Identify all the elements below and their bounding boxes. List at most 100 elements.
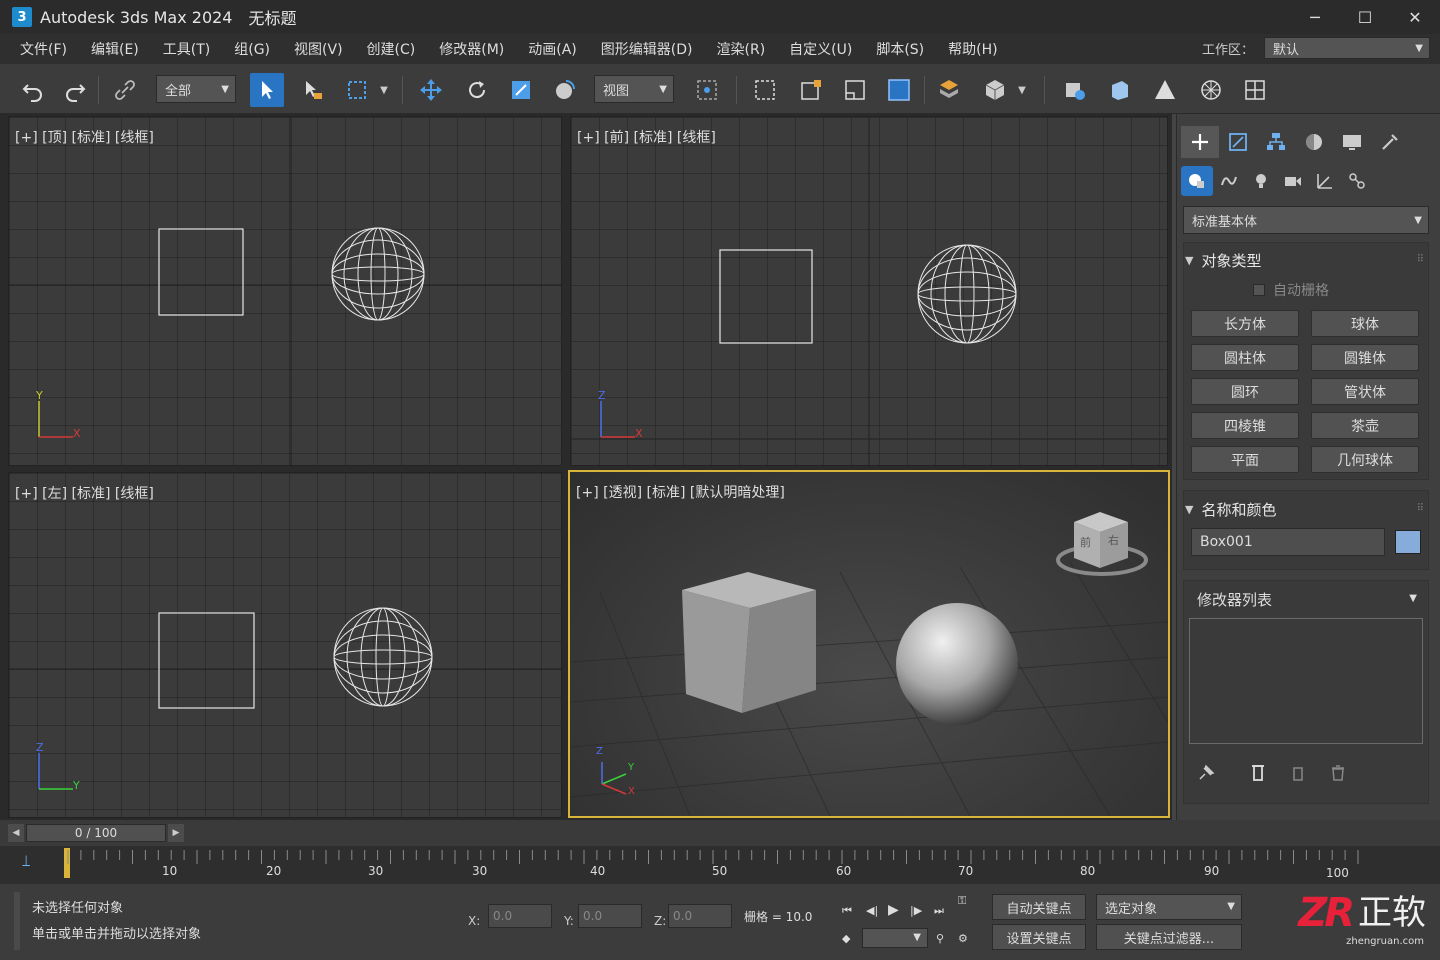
- rotate-icon[interactable]: [460, 73, 494, 107]
- name-color-header[interactable]: ▼ 名称和颜色: [1185, 499, 1276, 520]
- select-icon[interactable]: [250, 73, 284, 107]
- menu-modifiers[interactable]: 修改器(M): [427, 39, 516, 59]
- mirror-icon[interactable]: [838, 73, 872, 107]
- schematic-icon[interactable]: [1194, 73, 1228, 107]
- pin-stack-icon[interactable]: [1195, 762, 1217, 784]
- key-mode-icon[interactable]: ⚿: [958, 894, 966, 908]
- pivot-icon[interactable]: [690, 73, 724, 107]
- show-end-result-icon[interactable]: [1247, 762, 1269, 784]
- reference-coord-dropdown[interactable]: 视图 ▼: [594, 75, 674, 103]
- menu-graph-editors[interactable]: 图形编辑器(D): [589, 39, 705, 59]
- z-coord-input[interactable]: 0.0: [668, 904, 732, 928]
- material-editor-icon[interactable]: [1148, 73, 1182, 107]
- minimize-button[interactable]: ─: [1290, 0, 1340, 34]
- selection-filter-dropdown[interactable]: 全部 ▼: [156, 75, 236, 103]
- next-frame-icon[interactable]: ▶: [168, 824, 184, 842]
- viewcube-front-label[interactable]: 前: [1080, 534, 1091, 550]
- box-button[interactable]: 长方体: [1191, 310, 1299, 337]
- play-icon[interactable]: ▶: [888, 902, 899, 918]
- cylinder-button[interactable]: 圆柱体: [1191, 344, 1299, 371]
- menu-tools[interactable]: 工具(T): [151, 39, 222, 59]
- menu-create[interactable]: 创建(C): [355, 39, 428, 59]
- modify-tab-icon[interactable]: [1219, 126, 1257, 158]
- viewcube-right-label[interactable]: 右: [1108, 532, 1119, 548]
- pyramid-button[interactable]: 四棱锥: [1191, 412, 1299, 439]
- place-icon[interactable]: [548, 73, 582, 107]
- align-icon[interactable]: [882, 73, 916, 107]
- menu-file[interactable]: 文件(F): [8, 39, 79, 59]
- spacewarps-icon[interactable]: [1341, 166, 1373, 196]
- geometry-icon[interactable]: [1181, 166, 1213, 196]
- maximize-button[interactable]: ☐: [1340, 0, 1390, 34]
- select-by-name-icon[interactable]: [296, 73, 330, 107]
- prev-frame-icon[interactable]: ◀: [8, 824, 24, 842]
- viewport-layout-icon[interactable]: [1238, 73, 1272, 107]
- current-frame-field[interactable]: ▼: [862, 928, 928, 948]
- timeline-ruler[interactable]: ⟘ 10 20 30 30 40 50 60 70 80 90 100: [0, 846, 1440, 884]
- category-dropdown[interactable]: 标准基本体 ▼: [1183, 206, 1429, 234]
- layer-icon[interactable]: [932, 73, 966, 107]
- render-frame-icon[interactable]: [1058, 73, 1092, 107]
- lights-icon[interactable]: [1245, 166, 1277, 196]
- close-button[interactable]: ✕: [1390, 0, 1440, 34]
- viewport-left[interactable]: [+] [左] [标准] [线框] Z Y: [8, 472, 562, 818]
- viewport-front[interactable]: [+] [前] [标准] [线框] Z X: [570, 116, 1168, 466]
- teapot-button[interactable]: 茶壶: [1311, 412, 1419, 439]
- shapes-icon[interactable]: [1213, 166, 1245, 196]
- key-filters-button[interactable]: 关键点过滤器...: [1096, 924, 1242, 950]
- viewport-perspective[interactable]: [+] [透视] [标准] [默认明暗处理] 前 右 Z Y X: [568, 470, 1170, 818]
- remove-modifier-icon[interactable]: [1327, 762, 1349, 784]
- workspace-dropdown[interactable]: 默认 ▼: [1264, 37, 1430, 59]
- time-slider[interactable]: 0 / 100: [26, 824, 166, 842]
- menu-animation[interactable]: 动画(A): [516, 39, 589, 59]
- menu-help[interactable]: 帮助(H): [936, 39, 1009, 59]
- y-coord-input[interactable]: 0.0: [578, 904, 642, 928]
- auto-key-button[interactable]: 自动关键点: [992, 894, 1086, 920]
- menu-group[interactable]: 组(G): [222, 39, 282, 59]
- chevron-down-icon[interactable]: ▼: [1012, 73, 1032, 107]
- modifier-stack[interactable]: [1189, 618, 1423, 744]
- scale-icon[interactable]: [504, 73, 538, 107]
- object-color-swatch[interactable]: [1395, 530, 1421, 554]
- autogrid-checkbox[interactable]: 自动栅格: [1253, 280, 1329, 300]
- motion-tab-icon[interactable]: [1295, 126, 1333, 158]
- rect-selection-icon[interactable]: [340, 73, 374, 107]
- set-key-button[interactable]: 设置关键点: [992, 924, 1086, 950]
- redo-icon[interactable]: [58, 73, 92, 107]
- time-setup-icon[interactable]: ⚙: [958, 932, 968, 945]
- time-config-icon[interactable]: ◆: [842, 932, 850, 945]
- geosphere-button[interactable]: 几何球体: [1311, 446, 1419, 473]
- maxscript-listener-handle[interactable]: [14, 892, 20, 950]
- utilities-tab-icon[interactable]: [1371, 126, 1409, 158]
- menu-view[interactable]: 视图(V): [282, 39, 355, 59]
- menu-scripting[interactable]: 脚本(S): [864, 39, 936, 59]
- modifier-list-dropdown[interactable]: 修改器列表 ▼: [1189, 586, 1423, 612]
- plane-button[interactable]: 平面: [1191, 446, 1299, 473]
- snap-icon[interactable]: [748, 73, 782, 107]
- x-coord-input[interactable]: 0.0: [488, 904, 552, 928]
- tube-button[interactable]: 管状体: [1311, 378, 1419, 405]
- undo-icon[interactable]: [16, 73, 50, 107]
- cone-button[interactable]: 圆锥体: [1311, 344, 1419, 371]
- menu-rendering[interactable]: 渲染(R): [705, 39, 778, 59]
- window-crossing-icon[interactable]: [794, 73, 828, 107]
- hierarchy-tab-icon[interactable]: [1257, 126, 1295, 158]
- create-tab-icon[interactable]: [1181, 126, 1219, 158]
- viewport-top[interactable]: [+] [顶] [标准] [线框] Y X: [8, 116, 562, 466]
- key-filter-icon[interactable]: ⚲: [936, 932, 944, 945]
- make-unique-icon[interactable]: [1287, 762, 1309, 784]
- prev-key-icon[interactable]: ◀|: [866, 904, 878, 917]
- go-to-end-icon[interactable]: ⏭: [934, 904, 944, 918]
- object-name-input[interactable]: Box001: [1191, 528, 1385, 556]
- menu-customize[interactable]: 自定义(U): [777, 39, 864, 59]
- menu-edit[interactable]: 编辑(E): [79, 39, 151, 59]
- sphere-button[interactable]: 球体: [1311, 310, 1419, 337]
- go-to-start-icon[interactable]: ⏮: [842, 904, 852, 918]
- move-icon[interactable]: [414, 73, 448, 107]
- object-type-header[interactable]: ▼ 对象类型: [1185, 250, 1261, 271]
- render-setup-icon[interactable]: [978, 73, 1012, 107]
- next-key-icon[interactable]: |▶: [910, 904, 922, 917]
- link-icon[interactable]: [108, 73, 142, 107]
- cameras-icon[interactable]: [1277, 166, 1309, 196]
- display-tab-icon[interactable]: [1333, 126, 1371, 158]
